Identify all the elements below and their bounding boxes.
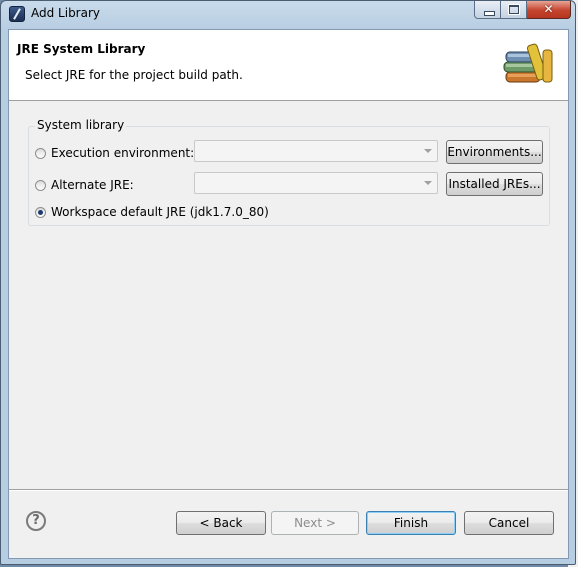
cancel-button[interactable]: Cancel bbox=[464, 511, 554, 535]
alternate-jre-label: Alternate JRE: bbox=[51, 178, 134, 192]
execution-environment-option[interactable]: Execution environment: bbox=[35, 144, 194, 162]
workspace-default-option[interactable]: Workspace default JRE (jdk1.7.0_80) bbox=[35, 203, 269, 221]
system-library-label: System library bbox=[35, 118, 127, 132]
minimize-button[interactable] bbox=[474, 1, 501, 19]
footer-separator bbox=[9, 489, 568, 491]
execution-environment-combo[interactable] bbox=[194, 140, 438, 162]
library-books-icon bbox=[503, 43, 553, 83]
back-button[interactable]: < Back bbox=[176, 511, 266, 535]
chevron-down-icon bbox=[424, 181, 432, 185]
wizard-header: JRE System Library Select JRE for the pr… bbox=[9, 30, 568, 101]
execution-environment-radio[interactable] bbox=[35, 147, 46, 159]
environments-button[interactable]: Environments... bbox=[446, 140, 543, 164]
chevron-down-icon bbox=[424, 149, 432, 153]
installed-jres-button[interactable]: Installed JREs... bbox=[446, 172, 543, 196]
dialog-client-area: JRE System Library Select JRE for the pr… bbox=[8, 29, 569, 559]
next-button[interactable]: Next > bbox=[271, 511, 359, 535]
maximize-button[interactable] bbox=[501, 1, 527, 19]
add-library-dialog: Add Library JRE System Library Select JR… bbox=[0, 0, 576, 565]
close-button[interactable] bbox=[527, 1, 571, 19]
window-title: Add Library bbox=[31, 6, 101, 20]
title-bar[interactable]: Add Library bbox=[1, 1, 575, 29]
alternate-jre-combo[interactable] bbox=[194, 172, 438, 194]
page-message: Select JRE for the project build path. bbox=[25, 68, 243, 82]
window-controls bbox=[474, 1, 571, 19]
alternate-jre-radio[interactable] bbox=[35, 179, 46, 191]
finish-button[interactable]: Finish bbox=[366, 511, 456, 535]
help-icon[interactable]: ? bbox=[26, 511, 46, 531]
execution-environment-label: Execution environment: bbox=[51, 146, 195, 160]
alternate-jre-option[interactable]: Alternate JRE: bbox=[35, 176, 134, 194]
workspace-default-radio[interactable] bbox=[35, 206, 46, 218]
workspace-default-label: Workspace default JRE (jdk1.7.0_80) bbox=[51, 205, 269, 219]
page-title: JRE System Library bbox=[17, 42, 146, 56]
eclipse-icon bbox=[9, 6, 25, 22]
